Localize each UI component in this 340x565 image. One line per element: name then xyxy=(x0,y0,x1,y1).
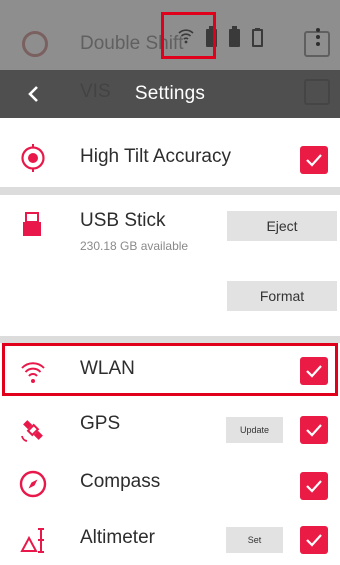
section-divider xyxy=(0,187,340,195)
wlan-highlight-box xyxy=(2,343,338,396)
eject-button[interactable]: Eject xyxy=(227,211,337,241)
setting-row-compass[interactable]: Compass xyxy=(0,454,340,512)
altimeter-icon xyxy=(20,528,44,553)
gps-checkbox[interactable] xyxy=(300,416,328,444)
gps-update-button[interactable]: Update xyxy=(226,417,283,443)
checkmark-icon xyxy=(306,154,322,167)
section-divider xyxy=(0,336,340,343)
page-title: Settings xyxy=(134,83,206,104)
battery-outline-icon xyxy=(252,27,263,47)
usb-stick-icon xyxy=(23,212,41,236)
app-header: VIS Settings xyxy=(0,70,340,118)
checkmark-icon xyxy=(306,534,322,547)
battery-icon xyxy=(229,25,240,47)
altimeter-checkbox[interactable] xyxy=(300,526,328,554)
usb-storage-subtitle: 230.18 GB available xyxy=(80,239,189,253)
altimeter-set-button[interactable]: Set xyxy=(226,527,283,553)
high-tilt-checkbox[interactable] xyxy=(300,146,328,174)
compass-checkbox[interactable] xyxy=(300,472,328,500)
compass-label: Compass xyxy=(80,471,161,492)
setting-row-high-tilt[interactable]: High Tilt Accuracy xyxy=(0,118,340,187)
setting-row-gps[interactable]: GPS Update xyxy=(0,396,340,454)
dimmed-settings-icon xyxy=(22,31,48,57)
satellite-icon xyxy=(21,420,43,442)
setting-row-altimeter[interactable]: Altimeter Set xyxy=(0,512,340,565)
gps-label: GPS xyxy=(80,413,121,434)
checkmark-icon xyxy=(306,424,322,437)
checkmark-icon xyxy=(306,480,322,493)
overflow-menu-icon[interactable] xyxy=(316,28,320,46)
tilt-target-icon xyxy=(21,144,45,172)
usb-label: USB Stick xyxy=(80,210,166,231)
format-button[interactable]: Format xyxy=(227,281,337,311)
compass-icon xyxy=(19,470,47,498)
wifi-highlight-box xyxy=(161,12,216,59)
altimeter-label: Altimeter xyxy=(80,527,155,548)
setting-row-usb: USB Stick 230.18 GB available Eject Form… xyxy=(0,195,340,336)
high-tilt-label: High Tilt Accuracy xyxy=(80,146,231,167)
